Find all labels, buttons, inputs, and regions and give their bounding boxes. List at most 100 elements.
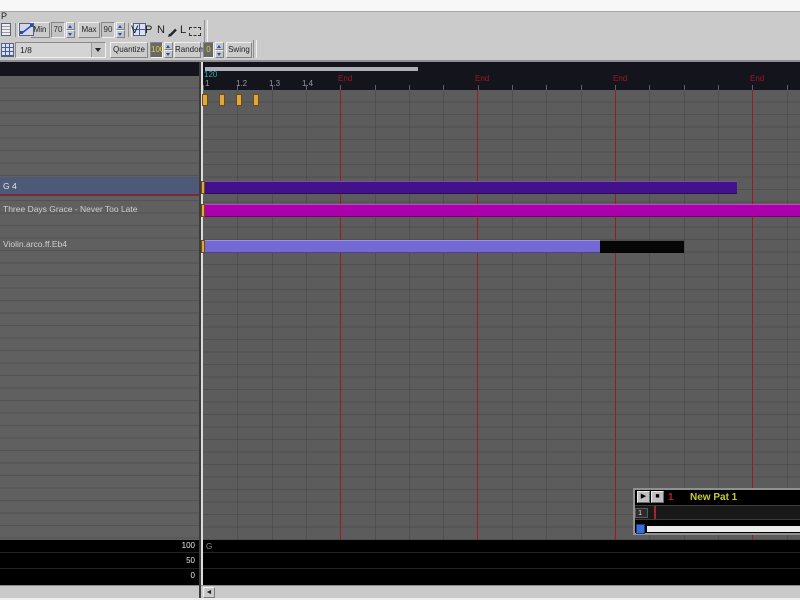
timeline-beat-tick — [580, 85, 582, 90]
partial-label: P — [1, 11, 8, 21]
scroll-left-button[interactable]: ◄ — [203, 587, 215, 598]
pan-tool-button[interactable]: P — [145, 24, 152, 36]
play-button[interactable]: ▶ — [637, 491, 650, 503]
toolbar-edge — [253, 40, 257, 58]
grid-beat-line — [649, 90, 651, 540]
pencil-icon[interactable] — [167, 25, 178, 43]
timeline-beat-tick — [443, 85, 445, 90]
grid-size-value: 1/8 — [20, 45, 32, 55]
playhead[interactable] — [201, 62, 203, 585]
max-spinner[interactable] — [116, 22, 125, 38]
note-block[interactable] — [253, 94, 259, 106]
chevron-down-icon[interactable] — [91, 43, 105, 57]
note-tool-button[interactable]: N — [157, 24, 165, 36]
track-bar[interactable] — [205, 181, 737, 194]
lane-gridline — [0, 552, 800, 553]
timeline-visible-range[interactable] — [205, 67, 418, 71]
max-value-field[interactable]: 90 — [101, 22, 115, 38]
spinner-down-icon[interactable] — [215, 50, 224, 58]
timeline-beat-label: 1.2 — [236, 79, 248, 88]
quantize-value-field[interactable]: 100 — [150, 42, 164, 58]
velocity-scale-100: 100 — [181, 541, 195, 550]
snap-grid-icon[interactable] — [1, 43, 14, 57]
spinner-up-icon[interactable] — [66, 22, 75, 30]
spinner-down-icon[interactable] — [66, 30, 75, 38]
end-marker-line — [752, 90, 753, 540]
track-bar[interactable] — [205, 204, 800, 217]
end-marker-line — [477, 90, 478, 540]
end-marker-line — [615, 90, 616, 540]
swing-button[interactable]: Swing — [226, 42, 252, 58]
random-value-field[interactable]: 0 — [203, 42, 214, 58]
end-marker-label[interactable]: End — [475, 74, 489, 83]
pattern-panel[interactable]: ▶ ■ 1 New Pat 1 1 — [633, 488, 800, 535]
stop-button[interactable]: ■ — [651, 491, 664, 503]
grid-beat-line — [237, 90, 239, 540]
tempo-label: 120 — [204, 70, 218, 79]
grid-beat-line — [443, 90, 445, 540]
play-icon: ▶ — [640, 493, 647, 500]
left-header-strip — [0, 62, 199, 76]
pattern-row-number[interactable]: 1 — [635, 508, 648, 518]
end-marker-label[interactable]: End — [613, 74, 627, 83]
note-block[interactable] — [202, 94, 208, 106]
timeline-beat-tick — [649, 85, 651, 90]
track-bar[interactable] — [205, 240, 600, 253]
top-window-strip — [0, 0, 800, 12]
note-block[interactable] — [219, 94, 225, 106]
app-window: P Min 70 Max 90 V P N L 1/8 Quantize 100… — [0, 0, 800, 600]
sequencer-grid[interactable] — [203, 90, 800, 540]
selected-row-underline — [0, 194, 199, 196]
pattern-cursor — [654, 506, 656, 519]
lane-cursor-label: G — [206, 542, 213, 551]
velocity-tool-button[interactable]: V — [131, 24, 138, 36]
spinner-down-icon[interactable] — [116, 30, 125, 38]
min-spinner[interactable] — [66, 22, 75, 38]
grid-beat-line — [271, 90, 273, 540]
random-spinner[interactable] — [215, 42, 224, 58]
grid-size-select[interactable]: 1/8 — [15, 42, 106, 58]
grid-beat-line — [305, 90, 307, 540]
max-button[interactable]: Max — [78, 22, 100, 38]
horizontal-scrollbar[interactable]: ◄ — [0, 585, 800, 598]
timeline-beat-label: 1 — [205, 79, 210, 88]
end-marker-label[interactable]: End — [338, 74, 352, 83]
grid-beat-line — [374, 90, 376, 540]
marquee-select-icon[interactable] — [189, 27, 201, 36]
pattern-slider-track[interactable] — [647, 526, 800, 532]
track-label[interactable]: G 4 — [3, 181, 17, 191]
track-label[interactable]: Three Days Grace - Never Too Late — [3, 204, 138, 214]
selected-track-row[interactable] — [0, 177, 199, 194]
grid-beat-line — [408, 90, 410, 540]
end-marker-line — [340, 90, 341, 540]
min-value-field[interactable]: 70 — [51, 22, 65, 38]
pattern-row[interactable]: 1 — [635, 505, 800, 520]
timeline-beat-tick — [683, 85, 685, 90]
velocity-lane[interactable]: 100 50 0 G — [0, 540, 800, 585]
grid-beat-line — [511, 90, 513, 540]
note-block[interactable] — [236, 94, 242, 106]
spinner-down-icon[interactable] — [164, 50, 173, 58]
spinner-up-icon[interactable] — [215, 42, 224, 50]
pattern-slider-handle[interactable] — [636, 524, 645, 534]
random-button[interactable]: Random — [174, 42, 205, 58]
spinner-up-icon[interactable] — [116, 22, 125, 30]
timeline-beat-label: 1.3 — [269, 79, 281, 88]
track-bar[interactable] — [600, 240, 684, 253]
quantize-spinner[interactable] — [164, 42, 173, 58]
track-label[interactable]: Violin.arco.ff.Eb4 — [3, 239, 67, 249]
timeline-beat-tick — [374, 85, 376, 90]
timeline-beat-tick — [717, 85, 719, 90]
grid-beat-line — [786, 90, 788, 540]
line-tool-button[interactable]: L — [180, 24, 186, 36]
pattern-name[interactable]: New Pat 1 — [690, 492, 737, 503]
spinner-up-icon[interactable] — [164, 42, 173, 50]
quantize-button[interactable]: Quantize — [110, 42, 148, 58]
timeline-beat-tick — [203, 85, 204, 90]
track-list-panel[interactable] — [0, 76, 199, 540]
end-marker-label[interactable]: End — [750, 74, 764, 83]
timeline-beat-tick — [408, 85, 410, 90]
velocity-ramp-icon[interactable] — [19, 23, 34, 41]
velocity-scale-0: 0 — [190, 571, 195, 580]
document-icon[interactable] — [1, 23, 11, 36]
